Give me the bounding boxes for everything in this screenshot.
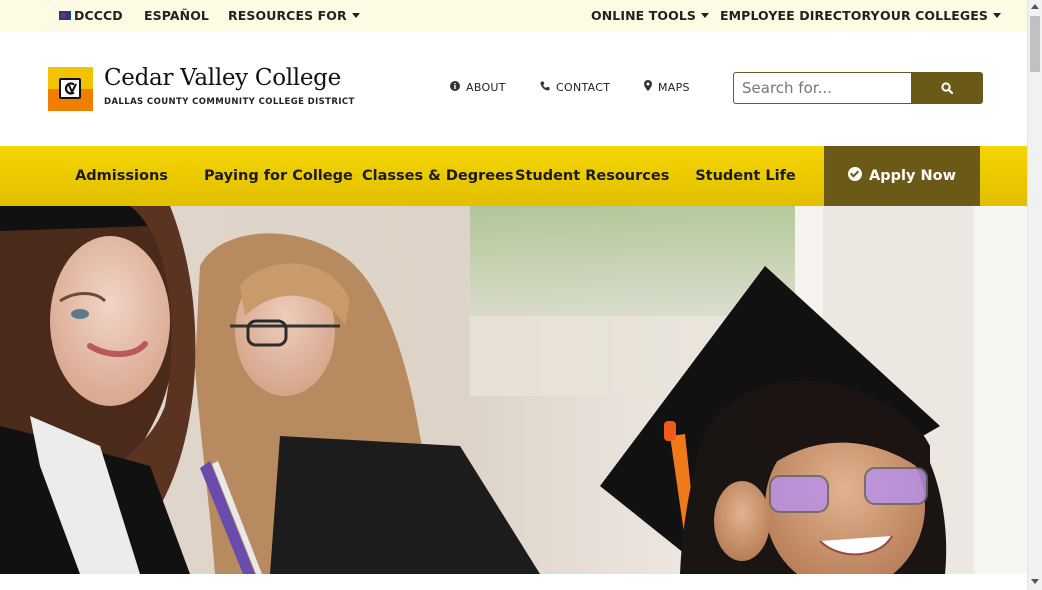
dcccd-flag-icon [59, 11, 71, 20]
nav-item-student-resources[interactable]: Student Resources [515, 146, 669, 206]
caret-down-icon [351, 13, 360, 18]
dcccd-label: DCCCD [74, 8, 123, 23]
nav-item-admissions[interactable]: Admissions [64, 146, 179, 206]
page-scrollbar[interactable] [1027, 0, 1042, 590]
nav-item-paying-for-college[interactable]: Paying for College [204, 146, 353, 206]
search-button[interactable] [911, 72, 983, 104]
employee-directory-link[interactable]: EMPLOYEE DIRECTORY [720, 0, 880, 32]
our-colleges-label: OUR COLLEGES [880, 8, 989, 23]
college-logo[interactable] [48, 67, 93, 111]
scrollbar-thumb[interactable] [1030, 16, 1040, 72]
phone-icon [540, 81, 550, 94]
resources-for-label: RESOURCES FOR [228, 8, 347, 23]
dcccd-link[interactable]: DCCCD [59, 0, 123, 32]
about-link[interactable]: ABOUT [450, 80, 506, 95]
main-navigation: Admissions Paying for College Classes & … [0, 146, 1027, 206]
utility-bar: DCCCD ESPAÑOL RESOURCES FOR ONLINE TOOLS… [0, 0, 1027, 32]
search-input[interactable] [733, 72, 911, 104]
cv-logo-mark-icon [59, 78, 81, 99]
contact-label: CONTACT [556, 81, 611, 94]
resources-for-dropdown[interactable]: RESOURCES FOR [228, 0, 360, 32]
site-header: Cedar Valley College DALLAS COUNTY COMMU… [0, 32, 1027, 146]
espanol-link[interactable]: ESPAÑOL [144, 0, 209, 32]
map-marker-icon [644, 80, 652, 94]
info-circle-icon [450, 80, 460, 94]
contact-link[interactable]: CONTACT [540, 81, 610, 95]
hero-image [0, 206, 1027, 574]
district-name: DALLAS COUNTY COMMUNITY COLLEGE DISTRICT [104, 97, 355, 107]
our-colleges-dropdown[interactable]: OUR COLLEGES [880, 0, 1002, 32]
college-name[interactable]: Cedar Valley College [104, 65, 341, 91]
caret-down-icon [993, 13, 1002, 18]
nav-item-student-life[interactable]: Student Life [690, 146, 801, 206]
maps-link[interactable]: MAPS [644, 80, 690, 95]
nav-item-classes-degrees[interactable]: Classes & Degrees [362, 146, 514, 206]
caret-down-icon [701, 13, 710, 18]
scroll-down-arrow-icon[interactable] [1031, 579, 1039, 584]
search-icon [941, 82, 953, 94]
online-tools-label: ONLINE TOOLS [591, 8, 697, 23]
scroll-up-arrow-icon[interactable] [1031, 4, 1039, 9]
check-circle-icon [848, 167, 863, 181]
maps-label: MAPS [658, 81, 690, 94]
apply-now-label: Apply Now [869, 168, 956, 184]
apply-now-button[interactable]: Apply Now [824, 146, 980, 206]
hero-graduates-photo [0, 206, 1027, 574]
online-tools-dropdown[interactable]: ONLINE TOOLS [591, 0, 710, 32]
about-label: ABOUT [466, 81, 506, 94]
search-form [733, 72, 983, 104]
